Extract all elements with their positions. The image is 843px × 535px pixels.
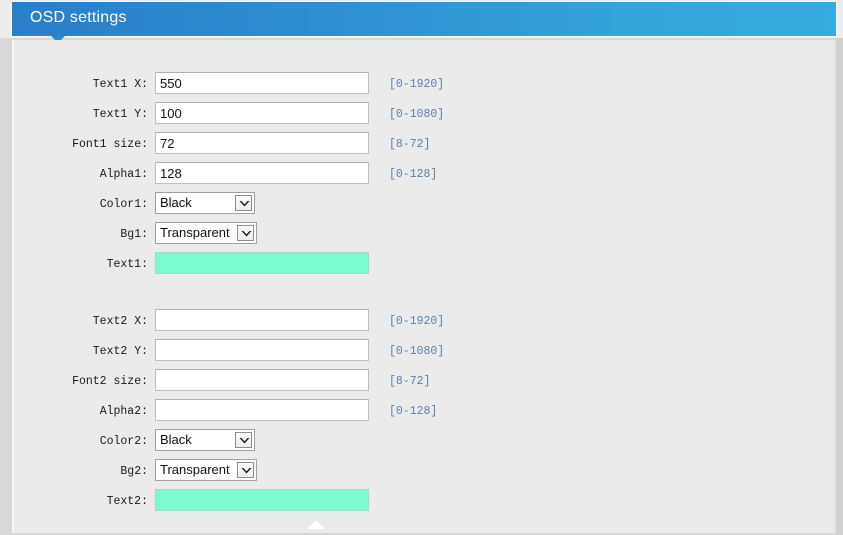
field-range-hint: [0-1920] (389, 78, 445, 91)
text1-section: Text1 X: [0-1920] Text1 Y: [0-1080] Font1 si… (14, 72, 834, 282)
select-selected-value: Transparent (160, 225, 230, 240)
chevron-down-icon[interactable] (235, 432, 252, 448)
field-control (155, 369, 369, 391)
form-row-text1-6: Text1: (14, 252, 834, 282)
field-control (155, 489, 369, 511)
page-gutter-left (0, 0, 8, 535)
field-label: Font2 size: (72, 375, 148, 388)
field-label: Text1: (106, 258, 148, 271)
input-text2-1[interactable] (155, 339, 369, 361)
header-strip: OSD settings (0, 0, 843, 38)
settings-panel: Text1 X: [0-1920] Text1 Y: [0-1080] Font1 si… (12, 40, 836, 533)
triangle-up-icon[interactable] (306, 521, 326, 529)
field-control (155, 162, 369, 184)
field-control (155, 72, 369, 94)
form-row-text2-3: Alpha2: [0-128] (14, 399, 834, 429)
field-range-hint: [0-1080] (389, 108, 445, 121)
field-range-hint: [0-128] (389, 168, 438, 181)
input-text2-3[interactable] (155, 399, 369, 421)
field-control: Transparent (155, 222, 257, 244)
text2-section: Text2 X: [0-1920] Text2 Y: [0-1080] Font2 si… (14, 309, 834, 519)
field-control (155, 399, 369, 421)
chevron-down-icon[interactable] (235, 195, 252, 211)
field-range-hint: [8-72] (389, 138, 431, 151)
field-label: Bg2: (120, 465, 148, 478)
form-row-text1-5: Bg1: Transparent (14, 222, 834, 252)
page-title: OSD settings (30, 9, 127, 26)
field-control (155, 132, 369, 154)
field-range-hint: [0-128] (389, 405, 438, 418)
form-row-text2-0: Text2 X: [0-1920] (14, 309, 834, 339)
field-range-hint: [8-72] (389, 375, 431, 388)
field-range-hint: [0-1080] (389, 345, 445, 358)
field-label: Text1 X: (92, 78, 148, 91)
field-label: Bg1: (120, 228, 148, 241)
field-control (155, 102, 369, 124)
page-gutter-right (835, 0, 843, 535)
input-text1-1[interactable] (155, 102, 369, 124)
osd-settings-page: OSD settings Text1 X: [0-1920] Text1 Y: [0-… (0, 0, 843, 535)
input-text2-6[interactable] (155, 489, 369, 511)
field-label: Color1: (99, 198, 148, 211)
input-text1-0[interactable] (155, 72, 369, 94)
panel-header-bar[interactable]: OSD settings (12, 2, 836, 36)
field-control (155, 309, 369, 331)
field-label: Text2 X: (92, 315, 148, 328)
field-label: Color2: (99, 435, 148, 448)
field-label: Alpha1: (99, 168, 148, 181)
form-row-text2-5: Bg2: Transparent (14, 459, 834, 489)
chevron-down-icon[interactable] (237, 462, 254, 478)
input-text1-3[interactable] (155, 162, 369, 184)
select-selected-value: Transparent (160, 462, 230, 477)
chevron-down-icon[interactable] (237, 225, 254, 241)
form-row-text2-6: Text2: (14, 489, 834, 519)
field-control (155, 252, 369, 274)
field-label: Alpha2: (99, 405, 148, 418)
select-text2-5[interactable]: Transparent (155, 459, 257, 481)
form-row-text1-4: Color1: Black (14, 192, 834, 222)
form-row-text1-1: Text1 Y: [0-1080] (14, 102, 834, 132)
input-text2-2[interactable] (155, 369, 369, 391)
form-row-text1-2: Font1 size: [8-72] (14, 132, 834, 162)
form-row-text1-3: Alpha1: [0-128] (14, 162, 834, 192)
field-control (155, 339, 369, 361)
select-selected-value: Black (160, 195, 192, 210)
field-label: Text2: (106, 495, 148, 508)
form-row-text1-0: Text1 X: [0-1920] (14, 72, 834, 102)
form-row-text2-1: Text2 Y: [0-1080] (14, 339, 834, 369)
select-text2-4[interactable]: Black (155, 429, 255, 451)
input-text2-0[interactable] (155, 309, 369, 331)
field-range-hint: [0-1920] (389, 315, 445, 328)
input-text1-2[interactable] (155, 132, 369, 154)
field-label: Text1 Y: (92, 108, 148, 121)
select-selected-value: Black (160, 432, 192, 447)
select-text1-4[interactable]: Black (155, 192, 255, 214)
field-label: Text2 Y: (92, 345, 148, 358)
field-control: Black (155, 429, 255, 451)
field-label: Font1 size: (72, 138, 148, 151)
input-text1-6[interactable] (155, 252, 369, 274)
field-control: Transparent (155, 459, 257, 481)
select-text1-5[interactable]: Transparent (155, 222, 257, 244)
form-row-text2-2: Font2 size: [8-72] (14, 369, 834, 399)
field-control: Black (155, 192, 255, 214)
form-row-text2-4: Color2: Black (14, 429, 834, 459)
